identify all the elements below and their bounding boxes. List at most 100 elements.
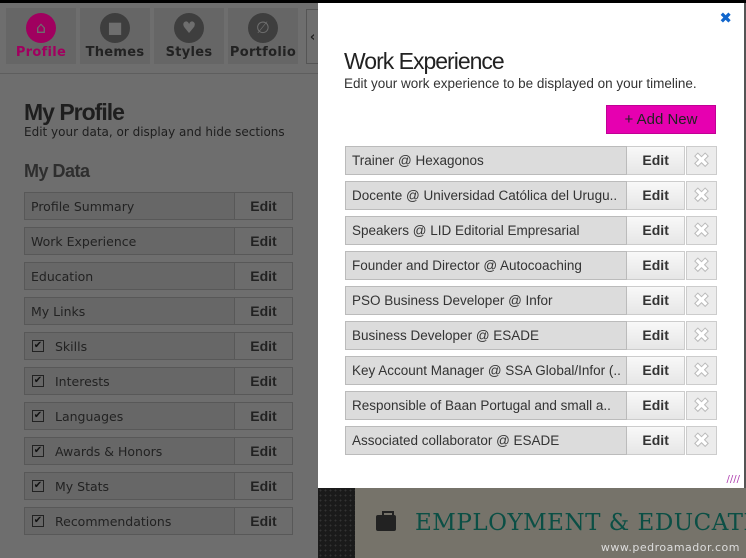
divider — [0, 73, 318, 74]
edit-button[interactable]: Edit — [627, 391, 686, 420]
watermark: www.pedroamador.com — [600, 541, 740, 554]
work-experience-label: Founder and Director @ Autocoaching — [345, 251, 628, 280]
profile-section-row: ✔ My Stats Edit — [24, 472, 293, 500]
edit-button[interactable]: Edit — [234, 508, 292, 534]
edit-button[interactable]: Edit — [234, 193, 292, 219]
visibility-checkbox[interactable]: ✔ — [32, 375, 44, 387]
tab-portfolio[interactable]: ∅ Portfolio — [228, 8, 298, 64]
work-experience-label: Trainer @ Hexagonos — [345, 146, 628, 175]
section-label: Skills — [55, 338, 88, 354]
visibility-checkbox[interactable]: ✔ — [32, 515, 44, 527]
work-experience-label: Speakers @ LID Editorial Empresarial — [345, 216, 628, 245]
visibility-checkbox[interactable]: ✔ — [32, 410, 44, 422]
edit-button[interactable]: Edit — [234, 403, 292, 429]
work-experience-row: Responsible of Baan Portugal and small a… — [345, 391, 717, 420]
edit-button[interactable]: Edit — [234, 438, 292, 464]
section-label: Education — [31, 268, 94, 284]
profile-section-row: Education Edit — [24, 262, 293, 290]
tab-label: Styles — [165, 45, 213, 60]
section-label: Recommendations — [55, 513, 172, 529]
delete-icon[interactable]: ✖ — [686, 321, 717, 350]
delete-icon[interactable]: ✖ — [686, 391, 717, 420]
work-experience-row: Business Developer @ ESADE Edit ✖ — [345, 321, 717, 350]
collapse-panel-button[interactable]: ‹ — [306, 9, 318, 64]
edit-button[interactable]: Edit — [234, 473, 292, 499]
delete-icon[interactable]: ✖ — [686, 286, 717, 315]
tab-label: Themes — [85, 45, 145, 60]
profile-section-row: Work Experience Edit — [24, 227, 293, 255]
edit-button[interactable]: Edit — [234, 228, 292, 254]
work-experience-row: Key Account Manager @ SSA Global/Infor (… — [345, 356, 717, 385]
work-experience-label: PSO Business Developer @ Infor — [345, 286, 628, 315]
work-experience-label: Associated collaborator @ ESADE — [345, 426, 628, 455]
add-new-button[interactable]: + Add New — [606, 105, 716, 134]
paperclip-icon: ∅ — [248, 13, 278, 43]
edit-button[interactable]: Edit — [234, 368, 292, 394]
work-experience-row: Docente @ Universidad Católica del Urugu… — [345, 181, 717, 210]
work-experience-modal: ✖ Work Experience Edit your work experie… — [318, 3, 746, 488]
tab-label: Profile — [15, 45, 67, 60]
home-icon: ⌂ — [26, 13, 56, 43]
section-label: My Links — [31, 303, 86, 319]
edit-button[interactable]: Edit — [234, 263, 292, 289]
tab-profile[interactable]: ⌂ Profile — [6, 8, 76, 64]
delete-icon[interactable]: ✖ — [686, 251, 717, 280]
section-label: Work Experience — [31, 233, 137, 249]
modal-subtitle: Edit your work experience to be displaye… — [344, 76, 697, 91]
work-experience-row: PSO Business Developer @ Infor Edit ✖ — [345, 286, 717, 315]
profile-section-row: Profile Summary Edit — [24, 192, 293, 220]
delete-icon[interactable]: ✖ — [686, 146, 717, 175]
section-label: Interests — [55, 373, 110, 389]
edit-button[interactable]: Edit — [234, 333, 292, 359]
delete-icon[interactable]: ✖ — [686, 356, 717, 385]
edit-button[interactable]: Edit — [627, 286, 686, 315]
delete-icon[interactable]: ✖ — [686, 181, 717, 210]
visibility-checkbox[interactable]: ✔ — [32, 445, 44, 457]
section-label: My Stats — [55, 478, 110, 494]
tab-themes[interactable]: ■ Themes — [80, 8, 150, 64]
edit-button[interactable]: Edit — [627, 181, 686, 210]
section-label: Awards & Honors — [55, 443, 163, 459]
tab-styles[interactable]: ♥ Styles — [154, 8, 224, 64]
profile-section-row: ✔ Awards & Honors Edit — [24, 437, 293, 465]
resize-handle-icon[interactable]: //// — [727, 474, 740, 485]
delete-icon[interactable]: ✖ — [686, 426, 717, 455]
work-experience-label: Key Account Manager @ SSA Global/Infor (… — [345, 356, 628, 385]
page-subtitle: Edit your data, or display and hide sect… — [24, 125, 285, 139]
close-icon[interactable]: ✖ — [719, 9, 732, 27]
edit-button[interactable]: Edit — [627, 216, 686, 245]
edit-button[interactable]: Edit — [627, 146, 686, 175]
timeline-background: EMPLOYMENT & EDUCATIO www.pedroamador.co… — [355, 488, 746, 558]
work-experience-label: Business Developer @ ESADE — [345, 321, 628, 350]
work-experience-label: Responsible of Baan Portugal and small a… — [345, 391, 628, 420]
edit-button[interactable]: Edit — [234, 298, 292, 324]
briefcase-icon — [376, 511, 396, 531]
profile-section-row: ✔ Recommendations Edit — [24, 507, 293, 535]
profile-section-row: ✔ Interests Edit — [24, 367, 293, 395]
visibility-checkbox[interactable]: ✔ — [32, 480, 44, 492]
modal-title: Work Experience — [344, 48, 505, 74]
work-experience-row: Associated collaborator @ ESADE Edit ✖ — [345, 426, 717, 455]
page-title: My Profile — [24, 99, 125, 125]
section-heading: EMPLOYMENT & EDUCATIO — [415, 510, 746, 536]
edit-button[interactable]: Edit — [627, 321, 686, 350]
edit-button[interactable]: Edit — [627, 356, 686, 385]
edit-button[interactable]: Edit — [627, 426, 686, 455]
tab-label: Portfolio — [229, 45, 297, 60]
delete-icon[interactable]: ✖ — [686, 216, 717, 245]
visibility-checkbox[interactable]: ✔ — [32, 340, 44, 352]
section-label: Profile Summary — [31, 198, 135, 214]
edit-button[interactable]: Edit — [627, 251, 686, 280]
tab-bar: ⌂ Profile ■ Themes ♥ Styles ∅ Portfolio — [6, 8, 298, 64]
profile-section-row: ✔ Skills Edit — [24, 332, 293, 360]
section-title: My Data — [24, 161, 90, 181]
work-experience-row: Trainer @ Hexagonos Edit ✖ — [345, 146, 717, 175]
heart-icon: ♥ — [174, 13, 204, 43]
work-experience-row: Founder and Director @ Autocoaching Edit ✖ — [345, 251, 717, 280]
profile-panel: ⌂ Profile ■ Themes ♥ Styles ∅ Portfolio ‹ My Pr… — [0, 3, 318, 558]
dark-sidebar-strip — [318, 488, 355, 558]
section-label: Languages — [55, 408, 124, 424]
profile-section-row: ✔ Languages Edit — [24, 402, 293, 430]
briefcase-icon: ■ — [100, 13, 130, 43]
profile-section-row: My Links Edit — [24, 297, 293, 325]
